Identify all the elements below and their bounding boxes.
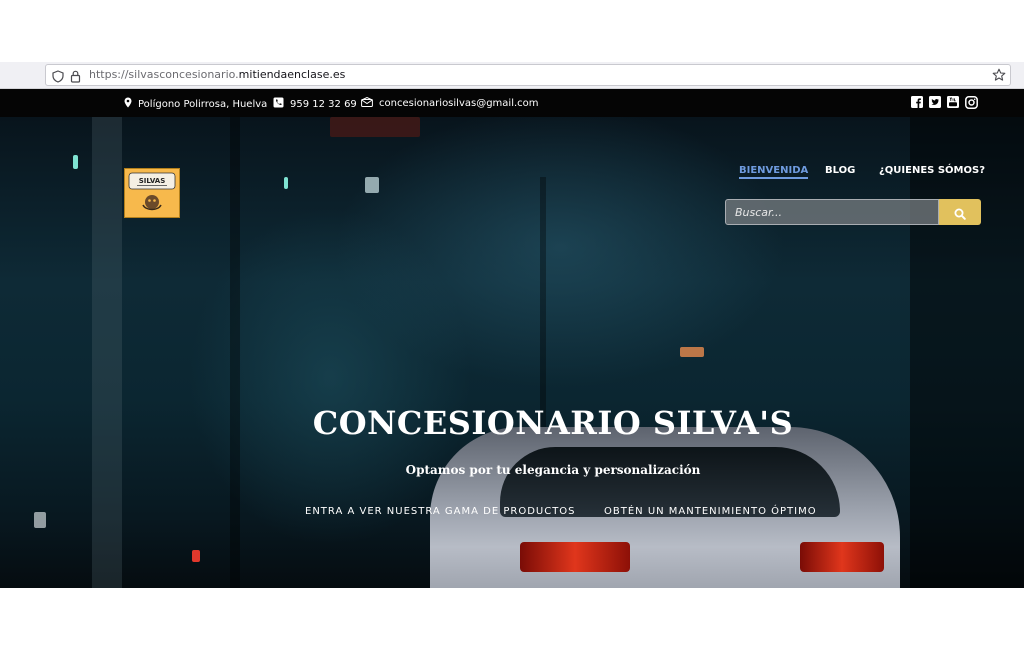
search-button[interactable] [939, 199, 981, 225]
email-info: concesionariosilvas@gmail.com [361, 96, 539, 110]
shield-icon[interactable] [52, 68, 64, 87]
search-input[interactable]: Buscar... [725, 199, 939, 225]
background-light [73, 155, 78, 169]
address-info: Polígono Polirrosa, Huelva [124, 97, 267, 111]
url-text: https://silvasconcesionario.mitiendaencl… [89, 68, 345, 81]
nav-item-quienes-somos[interactable]: ¿QUIENES SÓMOS? [879, 165, 985, 176]
nav-item-bienvenida[interactable]: BIENVENIDA [739, 165, 809, 179]
car-taillight-right [800, 542, 884, 572]
url-prefix: https://silvasconcesionario. [89, 68, 239, 81]
background-pillar [92, 117, 122, 588]
url-bar[interactable]: https://silvasconcesionario.mitiendaencl… [45, 64, 1011, 86]
website: Polígono Polirrosa, Huelva 959 12 32 69 … [0, 89, 1024, 588]
lock-icon[interactable] [70, 68, 81, 87]
background-light [680, 347, 704, 357]
car-taillight-left [520, 542, 630, 572]
nav-item-blog[interactable]: BLOG [825, 165, 855, 176]
url-domain: mitiendaenclase.es [238, 68, 346, 81]
map-marker-icon [124, 97, 132, 111]
background-light [365, 177, 379, 193]
bookmark-star-icon[interactable] [992, 67, 1006, 86]
instagram-icon[interactable] [965, 96, 978, 112]
social-links [911, 96, 978, 112]
hero-title: CONCESIONARIO SILVA'S [312, 404, 794, 442]
site-logo[interactable]: SILVAS [124, 168, 180, 218]
background-light [284, 177, 288, 189]
search-icon [954, 205, 966, 224]
phone-text: 959 12 32 69 [290, 98, 357, 110]
phone-icon [273, 97, 284, 111]
background-light [34, 512, 46, 528]
facebook-icon[interactable] [911, 96, 923, 112]
background-light [192, 550, 200, 562]
envelope-icon [361, 96, 373, 110]
background-wall [910, 117, 1024, 588]
maintenance-link[interactable]: OBTÉN UN MANTENIMIENTO ÓPTIMO [604, 506, 817, 517]
top-info-bar: Polígono Polirrosa, Huelva 959 12 32 69 … [0, 89, 1024, 117]
address-text: Polígono Polirrosa, Huelva [138, 98, 268, 110]
phone-info: 959 12 32 69 [273, 97, 357, 111]
background-light [330, 117, 420, 137]
email-text: concesionariosilvas@gmail.com [379, 98, 539, 109]
youtube-icon[interactable] [947, 96, 959, 112]
background-pillar [230, 117, 240, 588]
twitter-icon[interactable] [929, 96, 941, 112]
background-pillar [540, 177, 546, 437]
products-link[interactable]: ENTRA A VER NUESTRA GAMA DE PRODUCTOS [305, 506, 576, 517]
browser-toolbar: https://silvasconcesionario.mitiendaencl… [0, 62, 1024, 89]
logo-text: SILVAS [139, 177, 166, 185]
hero-subtitle: Optamos por tu elegancia y personalizaci… [405, 463, 701, 477]
hero-section: 18-14 SILVAS BIENVENIDA BLOG ¿QUIENES SÓ… [0, 117, 1024, 588]
